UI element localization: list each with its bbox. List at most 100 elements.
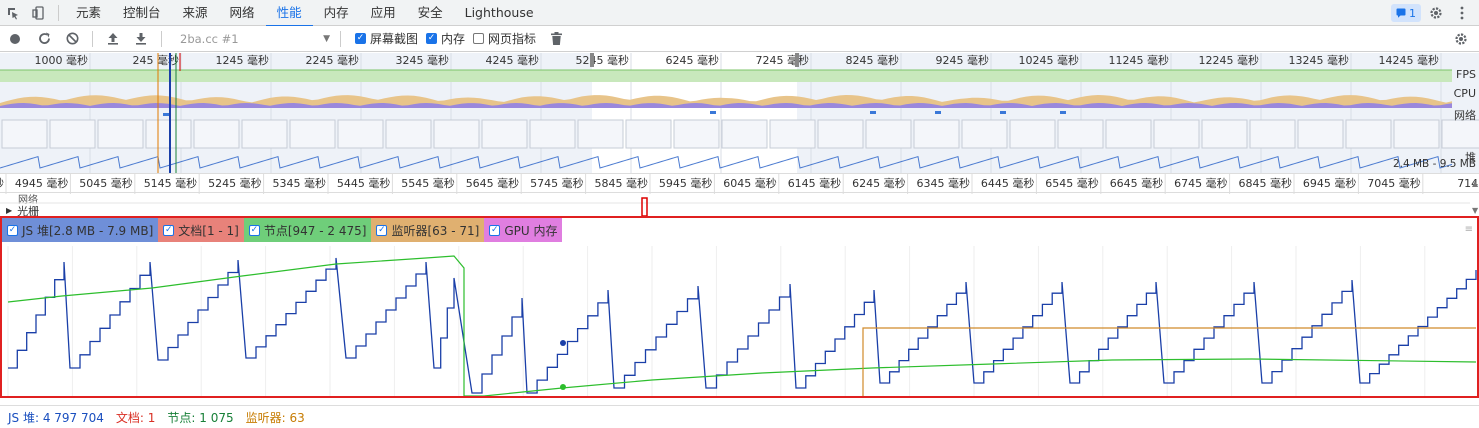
ruler-tick-label: 7045 毫秒	[1367, 176, 1421, 190]
screenshot-thumbnail	[1, 119, 48, 149]
message-icon	[1396, 8, 1406, 18]
counter-status-bar: JS 堆: 4 797 704 文档: 1 节点: 1 075 监听器: 63	[0, 405, 1479, 428]
legend-checkbox[interactable]: ✓	[489, 224, 501, 236]
ruler-tick-label: 5745 毫秒	[530, 176, 584, 190]
timeline-tracks: 网络 ▶ 光栅 ▼	[0, 193, 1479, 218]
legend-checkbox[interactable]: ✓	[163, 224, 175, 236]
screenshot-thumbnail	[1441, 119, 1479, 149]
load-profile-icon[interactable]	[99, 26, 127, 52]
screenshot-thumbnail	[769, 119, 816, 149]
checkbox-label: 屏幕截图	[370, 32, 419, 46]
ruler-tick-label: 5545 毫秒	[401, 176, 455, 190]
nodes-cursor-point	[560, 384, 566, 390]
overview-label-net: 网络	[1454, 108, 1476, 122]
network-request-mark	[1060, 111, 1066, 114]
legend-item-0[interactable]: ✓ JS 堆[2.8 MB - 7.9 MB]	[2, 218, 159, 242]
settings-gear-icon[interactable]	[1423, 0, 1449, 26]
tab-3[interactable]: 网络	[219, 0, 266, 26]
legend-label: 节点[947 - 2 475]	[263, 223, 367, 238]
devtools-tab-bar: 元素 控制台 来源 网络 性能 内存 应用 安全 Lighthouse 1	[0, 0, 1479, 27]
counter-legend: ✓ JS 堆[2.8 MB - 7.9 MB] ✓ 文档[1 - 1] ✓ 节点[947 …	[2, 218, 563, 244]
ruler-tick-label: 5345 毫秒	[273, 176, 327, 190]
capture-checkbox-0[interactable]: ✓ 屏幕截图	[355, 30, 418, 47]
overview-tick-label: 1000 毫秒	[35, 53, 89, 67]
detail-ruler-ticks: 秒 4945 毫秒 5045 毫秒 5145 毫秒 5245 毫秒 5345 毫秒 5445…	[0, 174, 1479, 194]
screenshot-thumbnail	[385, 119, 432, 149]
long-task-marker	[641, 197, 648, 216]
collect-garbage-icon[interactable]	[542, 26, 570, 52]
overview-tick-label: 7245 毫秒	[756, 53, 810, 67]
tab-1[interactable]: 控制台	[112, 0, 172, 26]
separator	[92, 30, 93, 47]
profile-select[interactable]: 2ba.cc #1 ▼	[176, 30, 334, 48]
reload-record-icon[interactable]	[30, 26, 58, 52]
checkbox-box[interactable]: ✓	[426, 33, 438, 44]
selection-left-handle[interactable]	[590, 53, 594, 67]
overview-tick-label: 5245 毫秒	[576, 53, 630, 67]
tab-0[interactable]: 元素	[65, 0, 112, 26]
tab-6[interactable]: 应用	[360, 0, 407, 26]
ruler-tick-label: 6345 毫秒	[917, 176, 971, 190]
more-options-icon[interactable]	[1449, 0, 1475, 26]
tab-2[interactable]: 来源	[172, 0, 219, 26]
legend-checkbox[interactable]: ✓	[376, 224, 388, 236]
ruler-tick-label: 秒	[0, 176, 4, 190]
legend-checkbox[interactable]: ✓	[248, 224, 260, 236]
overview-label-heap: 堆	[1465, 151, 1476, 164]
ruler-tick-label: 5645 毫秒	[466, 176, 520, 190]
capture-checkbox-1[interactable]: ✓ 内存	[426, 30, 465, 47]
ruler-tick-label: 6845 毫秒	[1239, 176, 1293, 190]
screenshot-thumbnail	[337, 119, 384, 149]
record-icon[interactable]	[0, 26, 30, 52]
scroll-up-arrow-icon[interactable]: ▲	[1472, 179, 1479, 188]
overview-tick-label: 6245 毫秒	[666, 53, 720, 67]
legend-item-3[interactable]: ✓ 监听器[63 - 71]	[371, 218, 485, 242]
tab-7[interactable]: 安全	[407, 0, 454, 26]
checkbox-box[interactable]	[473, 33, 485, 44]
screenshot-thumbnail	[961, 119, 1008, 149]
panel-resize-grip-icon[interactable]: ≡	[1465, 224, 1473, 235]
tab-4[interactable]: 性能	[265, 0, 313, 27]
legend-item-2[interactable]: ✓ 节点[947 - 2 475]	[243, 218, 372, 242]
timeline-overview[interactable]: 1000 毫秒 245 毫秒 1245 毫秒 2245 毫秒 3245 毫秒 4245 毫…	[0, 53, 1479, 173]
overview-tick-label: 9245 毫秒	[936, 53, 990, 67]
screenshot-thumbnail	[193, 119, 240, 149]
legend-item-4[interactable]: ✓ GPU 内存	[484, 218, 563, 242]
network-request-mark	[870, 111, 876, 114]
screenshot-thumbnail	[817, 119, 864, 149]
issues-button[interactable]: 1	[1391, 4, 1421, 22]
tab-5[interactable]: 内存	[313, 0, 360, 26]
screenshot-thumbnail	[289, 119, 336, 149]
screenshot-thumbnail	[1105, 119, 1152, 149]
status-documents: 文档: 1	[115, 410, 156, 425]
ruler-tick-label: 5945 毫秒	[659, 176, 713, 190]
screenshot-thumbnail	[673, 119, 720, 149]
overview-tick-label: 8245 毫秒	[846, 53, 900, 67]
issue-count: 1	[1409, 6, 1416, 20]
clear-icon[interactable]	[58, 26, 86, 52]
network-request-mark	[935, 111, 941, 114]
legend-checkbox[interactable]: ✓	[7, 224, 18, 236]
checkbox-label: 内存	[441, 32, 466, 46]
screenshot-thumbnail	[577, 119, 624, 149]
save-profile-icon[interactable]	[127, 26, 155, 52]
checkbox-box[interactable]: ✓	[355, 33, 366, 44]
profile-select-value: 2ba.cc #1	[180, 31, 239, 46]
capture-checkbox-2[interactable]: 网页指标	[473, 30, 536, 47]
device-toolbar-icon[interactable]	[26, 0, 52, 26]
scroll-down-arrow-icon[interactable]: ▼	[1472, 206, 1479, 215]
inspect-element-icon[interactable]	[0, 0, 26, 26]
separator	[340, 30, 341, 47]
tab-8[interactable]: Lighthouse	[454, 0, 545, 26]
overview-tick-label: 11245 毫秒	[1109, 53, 1170, 67]
screenshot-thumbnail	[1057, 119, 1104, 149]
ruler-tick-label: 6745 毫秒	[1174, 176, 1228, 190]
panel-tabs: 元素 控制台 来源 网络 性能 内存 应用 安全 Lighthouse	[65, 0, 545, 27]
legend-item-1[interactable]: ✓ 文档[1 - 1]	[158, 218, 244, 242]
memory-counter-graph	[7, 246, 1477, 396]
capture-settings-gear-icon[interactable]	[1447, 26, 1475, 52]
performance-toolbar: 2ba.cc #1 ▼ ✓ 屏幕截图 ✓ 内存 网页指标	[0, 26, 1479, 52]
legend-label: JS 堆[2.8 MB - 7.9 MB]	[22, 223, 154, 238]
selection-right-handle[interactable]	[795, 53, 799, 67]
ruler-tick-label: 5045 毫秒	[79, 176, 133, 190]
